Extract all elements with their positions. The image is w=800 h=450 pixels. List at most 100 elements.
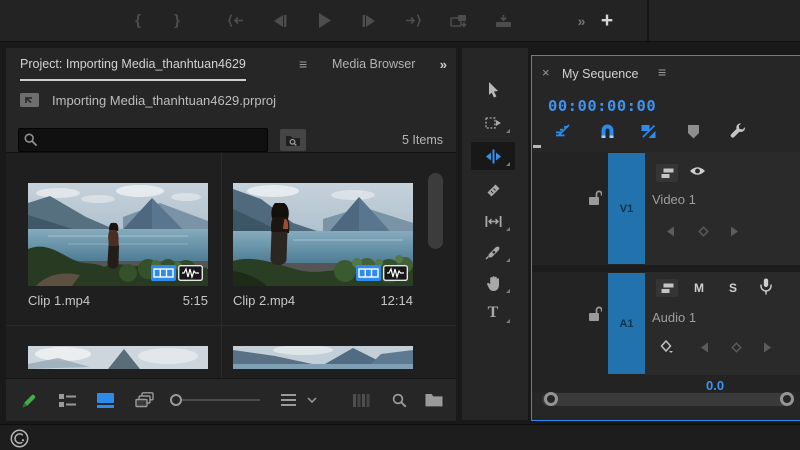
video-track-name[interactable]: Video 1 [652, 192, 696, 207]
tab-media-browser[interactable]: Media Browser [332, 48, 428, 80]
tab-my-sequence[interactable]: My Sequence [562, 65, 638, 83]
close-icon: × [542, 65, 550, 80]
play-button[interactable] [314, 0, 334, 41]
audio-badge-icon[interactable] [178, 265, 203, 281]
video-badge-icon[interactable] [151, 265, 176, 281]
tab-project[interactable]: Project: Importing Media_thanhtuan4629 [20, 49, 246, 81]
sort-button[interactable] [278, 379, 298, 421]
timeline-horizontal-scrollbar[interactable] [542, 393, 792, 406]
razor-tool[interactable] [471, 176, 515, 204]
audio-prev-keyframe-button[interactable] [700, 342, 709, 353]
video-output-toggle[interactable] [689, 165, 706, 177]
clip-1-name[interactable]: Clip 1.mp4 [28, 293, 90, 308]
audio-solo-button[interactable]: S [729, 281, 737, 295]
video-source-patch[interactable]: V1 [608, 153, 645, 264]
audio-track-name[interactable]: Audio 1 [652, 310, 696, 325]
mark-in-button[interactable]: { [130, 0, 146, 41]
clip-2-label-row[interactable]: Clip 2.mp4 12:14 [233, 293, 413, 308]
go-to-in-button[interactable] [226, 0, 244, 41]
step-forward-button[interactable] [360, 0, 378, 41]
search-icon [24, 133, 38, 147]
video-lock-toggle[interactable] [588, 190, 602, 206]
nest-toggle-button[interactable] [552, 120, 574, 142]
video-prev-keyframe-button[interactable] [666, 226, 675, 237]
freeform-view-button[interactable] [132, 379, 156, 421]
linked-selection-icon [641, 124, 655, 138]
project-bin-content: Clip 1.mp4 5:15 Clip 2.mp4 12:14 [6, 152, 456, 379]
timeline-close-button[interactable]: × [542, 64, 550, 82]
timeline-settings-button[interactable] [726, 120, 748, 142]
icon-view-button[interactable] [94, 379, 116, 421]
slip-tool[interactable] [471, 207, 515, 235]
track-select-forward-tool[interactable] [471, 109, 515, 137]
video-add-keyframe-button[interactable] [698, 226, 709, 237]
keyframe-type-button[interactable] [660, 340, 674, 354]
project-panel-menu-button[interactable]: ≡ [299, 56, 307, 74]
clip-2-thumbnail[interactable] [233, 183, 413, 286]
search-input[interactable] [18, 128, 268, 152]
project-writable-button[interactable] [18, 379, 40, 421]
go-to-out-button[interactable] [404, 0, 422, 41]
clip-2-name[interactable]: Clip 2.mp4 [233, 293, 295, 308]
zoom-slider-track[interactable] [182, 399, 260, 401]
toolbar-overflow-button[interactable]: » [572, 0, 590, 41]
pen-tool[interactable] [471, 238, 515, 266]
overwrite-icon [495, 14, 511, 27]
overwrite-button[interactable] [493, 0, 513, 41]
mark-out-button[interactable]: } [169, 0, 185, 41]
zoom-slider[interactable] [170, 394, 260, 406]
preview-area-button[interactable] [350, 379, 372, 421]
video-badge-icon[interactable] [356, 265, 381, 281]
list-view-button[interactable] [56, 379, 78, 421]
insert-icon [449, 14, 467, 28]
grid-divider [221, 153, 222, 379]
tools-panel: T [462, 48, 528, 420]
sort-dropdown-button[interactable] [304, 379, 320, 421]
add-panel-button[interactable]: + [597, 0, 617, 41]
clip-4-thumbnail[interactable] [233, 346, 413, 369]
hand-tool[interactable] [471, 269, 515, 297]
search-bins-button[interactable] [280, 129, 306, 151]
type-tool[interactable]: T [471, 299, 515, 327]
clip-3-thumbnail[interactable] [28, 346, 208, 369]
insert-button[interactable] [449, 0, 469, 41]
audio-sync-lock-toggle[interactable] [656, 279, 678, 297]
scrollbar-right-handle[interactable] [780, 392, 794, 406]
ripple-edit-tool[interactable] [471, 142, 515, 170]
bin-scrollbar[interactable] [428, 173, 443, 249]
playhead-timecode[interactable]: 00:00:00:00 [548, 97, 656, 115]
audio-mute-button[interactable]: M [694, 281, 704, 295]
folder-search-icon [286, 135, 300, 146]
audio-level-value[interactable]: 0.0 [706, 378, 724, 393]
add-marker-button[interactable] [682, 120, 704, 142]
audio-add-keyframe-button[interactable] [731, 342, 742, 353]
project-file-name[interactable]: Importing Media_thanhtuan4629.prproj [52, 93, 276, 108]
mark-in-icon: { [135, 12, 141, 29]
track-divider[interactable] [532, 265, 800, 272]
audio-lock-toggle[interactable] [588, 306, 602, 322]
new-bin-button[interactable] [422, 379, 446, 421]
video-sync-lock-toggle[interactable] [656, 164, 678, 182]
voiceover-record-button[interactable] [760, 278, 772, 295]
scrollbar-left-handle[interactable] [544, 392, 558, 406]
selection-tool[interactable] [471, 76, 515, 104]
linked-selection-button[interactable] [637, 120, 659, 142]
step-back-button[interactable] [270, 0, 288, 41]
audio-next-keyframe-button[interactable] [763, 342, 772, 353]
find-button[interactable] [388, 379, 410, 421]
tab-overflow-button[interactable]: » [440, 56, 447, 74]
creative-cloud-icon[interactable] [10, 429, 29, 448]
project-file-icon [20, 92, 40, 108]
clip-1-label-row[interactable]: Clip 1.mp4 5:15 [28, 293, 208, 308]
zoom-slider-knob[interactable] [170, 394, 182, 406]
clip-1-thumbnail[interactable] [28, 183, 208, 286]
lock-open-icon [589, 190, 602, 205]
video-next-keyframe-button[interactable] [730, 226, 739, 237]
snap-toggle-button[interactable] [596, 120, 618, 142]
panel-menu-icon: ≡ [299, 56, 308, 72]
timeline-panel-menu-button[interactable]: ≡ [658, 64, 666, 82]
audio-source-patch[interactable]: A1 [608, 273, 645, 374]
audio-badge-icon[interactable] [383, 265, 408, 281]
playhead-marker[interactable] [533, 145, 541, 148]
panel-menu-icon: ≡ [658, 64, 667, 80]
